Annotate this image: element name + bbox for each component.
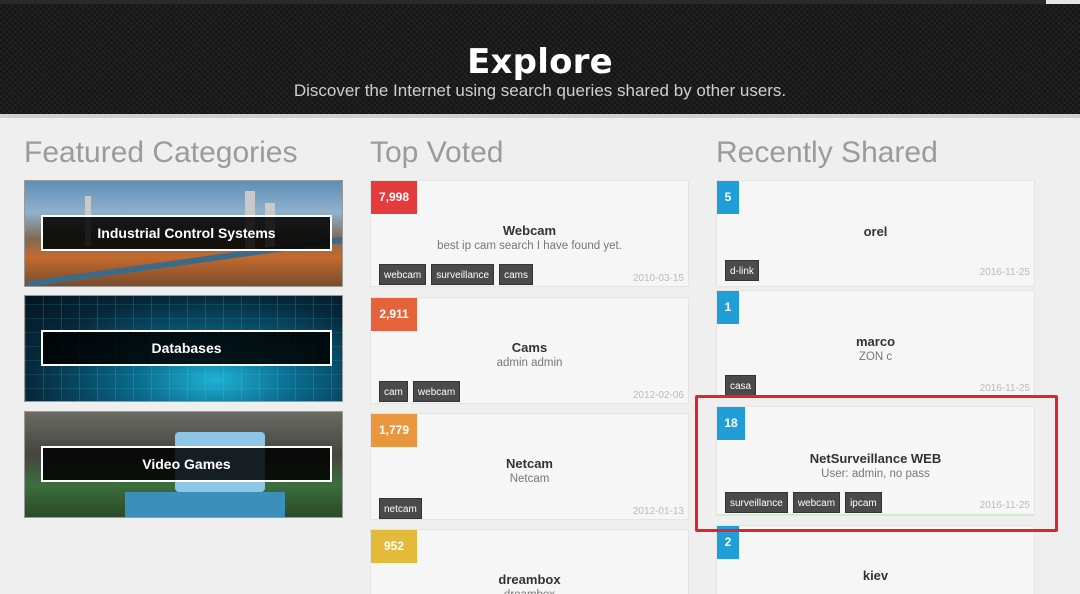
tag-d-link[interactable]: d-link [725, 260, 759, 281]
query-description: best ip cam search I have found yet. [437, 240, 622, 252]
query-title[interactable]: kiev [717, 568, 1034, 583]
page-title: Explore [467, 42, 613, 82]
featured-categories-heading: Featured Categories [24, 136, 298, 169]
query-title[interactable]: dreambox [371, 572, 688, 587]
tag-webcam[interactable]: webcam [379, 264, 427, 285]
query-card-cams[interactable]: 2,911 Cams admin admin cam webcam 2012-0… [370, 297, 689, 404]
query-card-marco[interactable]: 1 marco ZON c casa 2016-11-25 [716, 290, 1035, 397]
category-databases[interactable]: Databases [24, 295, 343, 402]
query-card-webcam[interactable]: 7,998 Webcam best ip cam search I have f… [370, 180, 689, 287]
query-card-kiev[interactable]: 2 kiev [716, 525, 1035, 594]
tag-netcam[interactable]: netcam [379, 498, 422, 519]
query-card-orel[interactable]: 5 orel d-link 2016-11-25 [716, 180, 1035, 287]
vote-count-badge: 1 [717, 291, 739, 324]
query-description: Netcam [509, 473, 550, 485]
query-date: 2012-02-06 [632, 390, 684, 401]
category-industrial-control-systems[interactable]: Industrial Control Systems [24, 180, 343, 287]
vote-count-badge: 1,779 [371, 414, 418, 447]
query-date: 2016-11-25 [979, 383, 1030, 394]
explore-header: Explore Discover the Internet using sear… [0, 0, 1080, 118]
query-title[interactable]: Cams [371, 340, 688, 355]
category-video-games[interactable]: Video Games [24, 411, 343, 518]
query-date: 2010-03-15 [632, 273, 684, 284]
query-card-dreambox[interactable]: 952 dreambox dreambox [370, 529, 689, 594]
tag-webcam[interactable]: webcam [412, 381, 461, 402]
vote-count-badge: 952 [371, 530, 417, 563]
query-description: admin admin [496, 357, 563, 369]
top-voted-heading: Top Voted [370, 136, 504, 169]
tag-cams[interactable]: cams [499, 264, 533, 285]
vote-count-badge: 7,998 [371, 181, 418, 214]
query-title[interactable]: Webcam [371, 223, 688, 238]
top-strip [0, 0, 1080, 4]
tag-cam[interactable]: cam [379, 381, 408, 402]
vote-count-badge: 5 [717, 181, 739, 214]
page-subtitle: Discover the Internet using search queri… [293, 81, 787, 100]
query-title[interactable]: Netcam [371, 456, 688, 471]
query-card-netcam[interactable]: 1,779 Netcam Netcam netcam 2012-01-13 [370, 413, 689, 520]
query-date: 2016-11-25 [979, 267, 1030, 278]
query-description: dreambox [371, 589, 688, 594]
category-label: Video Games [41, 446, 332, 482]
category-label: Databases [41, 330, 332, 366]
query-title[interactable]: marco [717, 334, 1034, 349]
highlight-box [695, 395, 1058, 532]
tag-surveillance[interactable]: surveillance [431, 264, 495, 285]
recently-shared-heading: Recently Shared [716, 136, 938, 169]
query-title[interactable]: orel [717, 224, 1034, 239]
query-date: 2012-01-13 [632, 506, 684, 517]
vote-count-badge: 2,911 [371, 298, 417, 331]
category-label: Industrial Control Systems [41, 215, 332, 251]
query-description: ZON c [858, 351, 893, 363]
tag-casa[interactable]: casa [725, 375, 757, 396]
